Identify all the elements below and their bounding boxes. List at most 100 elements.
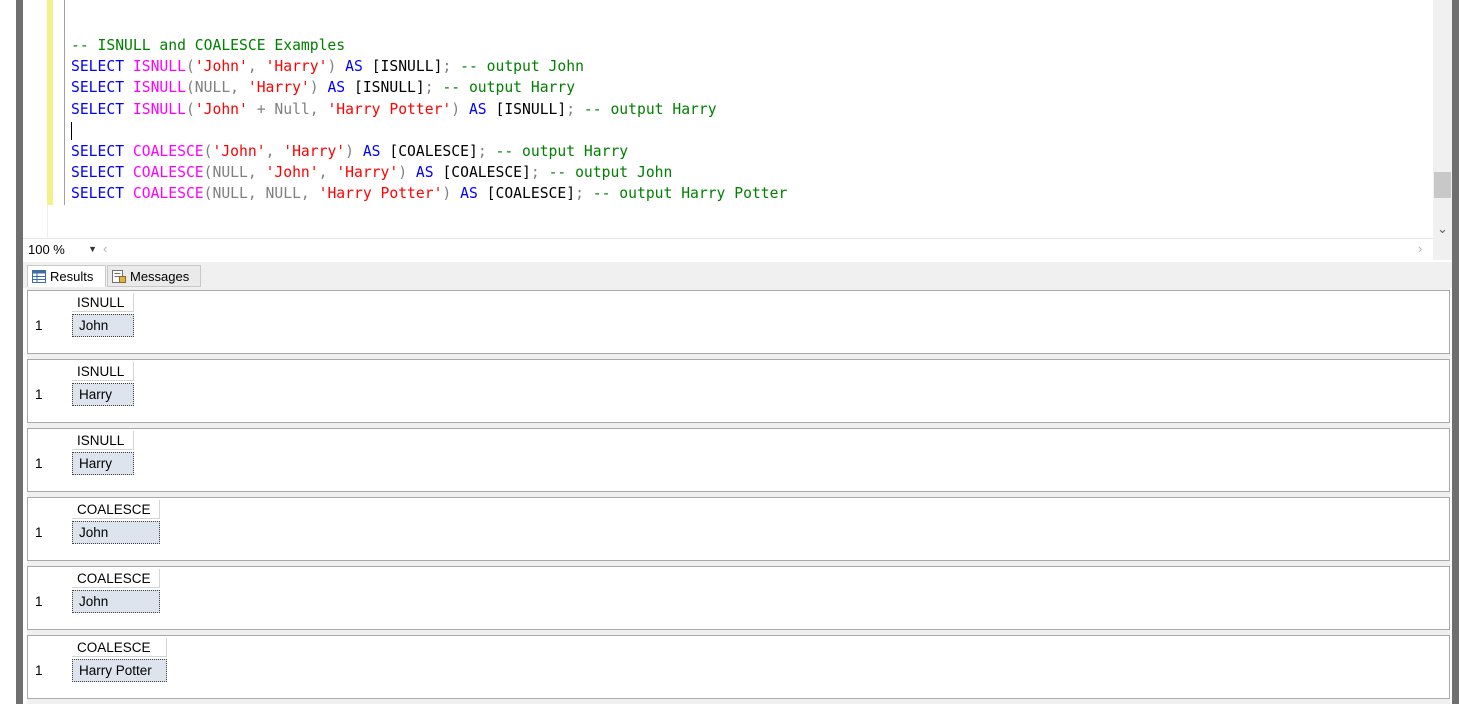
editor-vertical-scrollbar[interactable]: ⌄ (1433, 0, 1452, 238)
result-grid[interactable]: COALESCE 1 John (27, 497, 1450, 561)
code-token: -- output Harry (495, 142, 629, 160)
code-line[interactable]: SELECT COALESCE(NULL, 'John', 'Harry') A… (71, 162, 787, 183)
code-token: , (318, 164, 337, 182)
grid-cell[interactable]: John (72, 521, 160, 544)
code-token: 'John' (265, 164, 319, 182)
code-line[interactable]: SELECT ISNULL('John' + Null, 'Harry Pott… (71, 99, 787, 120)
code-token: , (247, 58, 266, 76)
code-token: -- ISNULL and COALESCE Examples (71, 37, 346, 54)
code-token: 'Harry' (265, 58, 328, 76)
tab-results[interactable]: Results (27, 265, 106, 287)
row-number[interactable]: 1 (35, 592, 43, 611)
code-token: ; (566, 100, 584, 118)
code-token: -- output Harry Potter (592, 185, 788, 203)
editor-gutter (23, 0, 48, 238)
code-token: -- output John (460, 58, 584, 76)
code-token: (NULL, NULL, (203, 185, 319, 203)
code-token: 'Harry' (247, 79, 310, 97)
code-token: SELECT (71, 79, 133, 97)
code-token: ; (575, 185, 593, 203)
row-number[interactable]: 1 (35, 661, 43, 680)
code-token: SELECT (71, 58, 133, 76)
messages-icon (112, 270, 126, 283)
row-number[interactable]: 1 (35, 385, 43, 404)
code-token: + Null, (247, 100, 328, 118)
grid-cell[interactable]: Harry (72, 452, 134, 475)
result-grid[interactable]: ISNULL 1 Harry (27, 428, 1450, 492)
code-token: AS (460, 185, 487, 203)
change-tracking-bar (47, 0, 53, 205)
code-token: AS (362, 142, 390, 160)
code-token: AS (327, 79, 354, 97)
editor-status-bar: 100 % ▼ ‹ › (23, 238, 1433, 261)
tab-messages[interactable]: Messages (107, 265, 201, 287)
code-line[interactable]: SELECT ISNULL(NULL, 'Harry') AS [ISNULL]… (71, 77, 787, 98)
code-token: -- output John (548, 164, 673, 182)
code-token: ( (185, 58, 195, 76)
result-grid[interactable]: COALESCE 1 John (27, 566, 1450, 630)
result-grid[interactable]: ISNULL 1 Harry (27, 359, 1450, 423)
grid-cell[interactable]: Harry Potter (72, 659, 167, 682)
code-token: ISNULL (132, 58, 186, 76)
code-token: SELECT (71, 100, 133, 118)
code-token: [COALESCE] (486, 185, 576, 203)
code-token: ; (477, 142, 496, 160)
tab-messages-label: Messages (130, 269, 190, 284)
code-token: ( (185, 100, 195, 118)
code-line[interactable]: SELECT COALESCE(NULL, NULL, 'Harry Potte… (71, 183, 787, 204)
code-token: ) (442, 185, 461, 203)
code-token: ; (530, 164, 549, 182)
code-line[interactable]: SELECT COALESCE('John', 'Harry') AS [COA… (71, 141, 787, 162)
column-header[interactable]: COALESCE (72, 638, 167, 657)
window-left-frame (0, 0, 23, 704)
code-token: (NULL, (185, 79, 248, 97)
code-token: SELECT (71, 185, 133, 203)
column-header[interactable]: COALESCE (72, 569, 160, 588)
results-tab-strip: Results Messages (23, 262, 1452, 288)
grid-cell[interactable]: John (72, 590, 160, 613)
column-header[interactable]: COALESCE (72, 500, 160, 519)
row-number[interactable]: 1 (35, 454, 43, 473)
scroll-down-icon[interactable]: ⌄ (1433, 220, 1452, 238)
column-header[interactable]: ISNULL (72, 293, 134, 312)
code-token: 'Harry' (283, 142, 346, 160)
column-header[interactable]: ISNULL (72, 431, 134, 450)
sql-code[interactable]: -- ISNULL and COALESCE Examples SELECT IS… (71, 35, 787, 205)
results-pane: ISNULL 1 John ISNULL 1 Harry ISNULL 1 Ha… (27, 288, 1450, 704)
code-token: AS (415, 164, 443, 182)
chevron-down-icon: ▼ (88, 244, 97, 254)
query-editor[interactable]: -- ISNULL and COALESCE Examples SELECT IS… (23, 0, 1433, 238)
code-token: ISNULL (132, 100, 186, 118)
code-token: [COALESCE] (389, 142, 478, 160)
text-caret (71, 121, 72, 140)
code-token: ) (345, 142, 363, 160)
code-line[interactable]: SELECT ISNULL('John', 'Harry') AS [ISNUL… (71, 56, 787, 77)
column-header[interactable]: ISNULL (72, 362, 134, 381)
code-token: ( (203, 142, 213, 160)
code-token: (NULL, (203, 164, 266, 182)
scrollbar-thumb[interactable] (1434, 172, 1451, 198)
code-token: AS (345, 58, 372, 76)
row-number[interactable]: 1 (35, 316, 43, 335)
scroll-right-icon[interactable]: › (1418, 241, 1422, 256)
code-line[interactable] (71, 120, 787, 141)
row-number[interactable]: 1 (35, 523, 43, 542)
tab-results-label: Results (50, 269, 94, 284)
result-grid[interactable]: ISNULL 1 John (27, 290, 1450, 354)
grid-icon (32, 270, 46, 283)
scroll-left-icon[interactable]: ‹ (103, 241, 107, 256)
code-token: [ISNULL] (354, 79, 425, 97)
outlining-line (64, 0, 65, 205)
code-line[interactable]: -- ISNULL and COALESCE Examples (71, 35, 787, 56)
result-grid[interactable]: COALESCE 1 Harry Potter (27, 635, 1450, 699)
scrollbar-corner (1433, 238, 1452, 260)
code-token: 'John' (194, 58, 248, 76)
zoom-dropdown[interactable]: 100 % ▼ (25, 241, 99, 258)
code-token: 'John' (212, 142, 266, 160)
code-token: -- output Harry (442, 79, 576, 97)
code-token: ) (309, 79, 328, 97)
code-token: [COALESCE] (442, 164, 531, 182)
grid-cell[interactable]: John (72, 314, 134, 337)
grid-cell[interactable]: Harry (72, 383, 134, 406)
code-token: 'Harry' (336, 164, 399, 182)
